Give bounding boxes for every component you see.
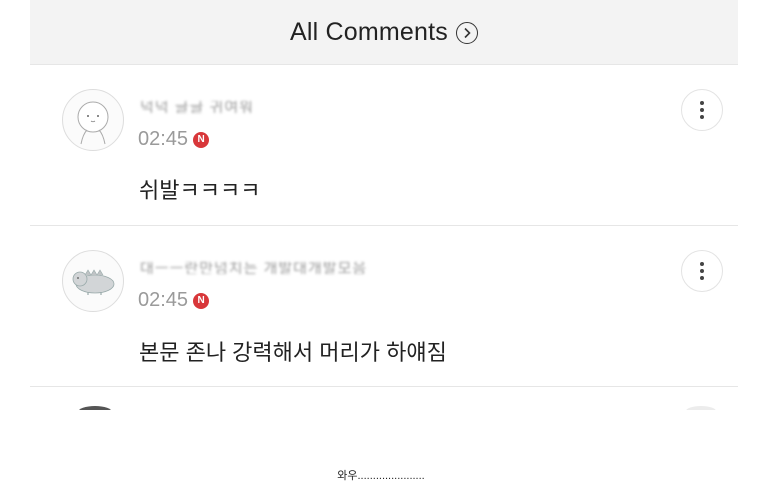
comment-time: 02:45 — [138, 289, 189, 311]
chevron-right-circle-icon[interactable] — [456, 22, 478, 44]
avatar — [78, 406, 112, 410]
more-vertical-icon[interactable] — [681, 250, 723, 292]
bear-face-avatar-icon[interactable] — [62, 89, 124, 151]
more-vertical-icon[interactable] — [681, 89, 723, 131]
new-badge: N — [193, 131, 210, 148]
comment-text: 본문 존나 강력해서 머리가 하얘짐 — [139, 340, 447, 365]
comments-screen: All Comments 넉넉 글글 귀여워 02:45 N 쉬발ㅋㅋㅋㅋ 대ㅡ… — [30, 0, 738, 410]
comment-author[interactable]: 넉넉 글글 귀여워 — [140, 101, 254, 113]
comment-time: 02:45 — [138, 128, 189, 150]
comment-author[interactable]: 대ㅡㅡ란만넘치는 개발대개발모음 — [140, 262, 367, 274]
comment-item: 넉넉 글글 귀여워 02:45 N 쉬발ㅋㅋㅋㅋ — [30, 65, 738, 226]
comment-item: 대ㅡㅡ란만넘치는 개발대개발모음 02:45 N 본문 존나 강력해서 머리가 … — [30, 226, 738, 387]
comments-header: All Comments — [30, 0, 738, 65]
dinosaur-avatar-icon[interactable] — [62, 250, 124, 312]
comment-meta: 02:45 N — [138, 128, 210, 151]
comment-text: 쉬발ㅋㅋㅋㅋ — [139, 178, 261, 203]
page-title: All Comments — [290, 17, 448, 46]
caption-text: 와우...................... — [337, 470, 425, 482]
new-badge: N — [193, 292, 210, 309]
comment-meta: 02:45 N — [138, 289, 210, 312]
more-button — [686, 406, 716, 410]
